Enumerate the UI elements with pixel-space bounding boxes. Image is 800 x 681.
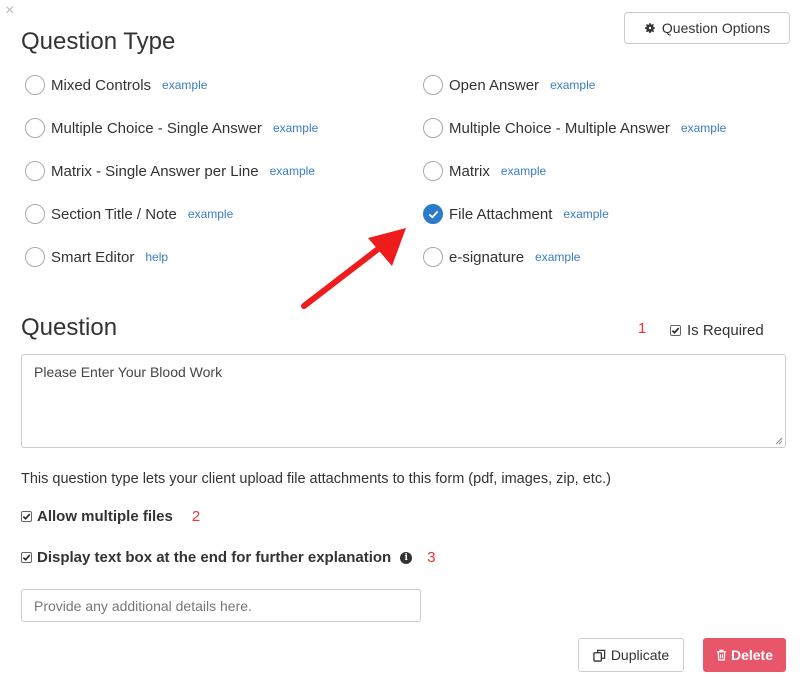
allow-multiple-files-checkbox[interactable]: Allow multiple files 2 <box>21 508 200 525</box>
radio-button[interactable] <box>423 247 443 267</box>
example-link[interactable]: example <box>501 164 546 178</box>
example-link[interactable]: example <box>535 250 580 264</box>
delete-label: Delete <box>730 647 774 663</box>
is-required-label: Is Required <box>687 322 764 339</box>
annotation-number-2: 2 <box>191 508 201 525</box>
gear-icon <box>644 23 655 34</box>
trash-icon <box>716 649 727 661</box>
radio-label: Multiple Choice - Multiple Answer <box>449 119 670 137</box>
info-icon[interactable]: i <box>400 551 413 564</box>
question-options-button[interactable]: Question Options <box>624 12 790 44</box>
display-text-box-checkbox[interactable]: Display text box at the end for further … <box>21 549 436 566</box>
radio-matrix-single[interactable]: Matrix - Single Answer per Line example <box>25 159 315 183</box>
radio-button[interactable] <box>423 75 443 95</box>
annotation-number-1: 1 <box>638 320 647 337</box>
radio-button[interactable] <box>25 118 45 138</box>
annotation-number-3: 3 <box>427 549 436 566</box>
radio-multiple-choice-multiple[interactable]: Multiple Choice - Multiple Answer exampl… <box>423 116 726 140</box>
radio-label: e-signature <box>449 248 525 266</box>
copy-icon <box>593 649 606 662</box>
checkbox[interactable] <box>670 325 681 336</box>
example-link[interactable]: example <box>273 121 318 135</box>
radio-label: Multiple Choice - Single Answer <box>51 119 262 137</box>
help-link[interactable]: help <box>145 250 168 264</box>
question-text-value: Please Enter Your Blood Work <box>34 364 223 380</box>
radio-button[interactable] <box>25 75 45 95</box>
radio-smart-editor[interactable]: Smart Editor help <box>25 245 168 269</box>
question-type-title: Question Type <box>21 28 176 55</box>
radio-multiple-choice-single[interactable]: Multiple Choice - Single Answer example <box>25 116 318 140</box>
radio-open-answer[interactable]: Open Answer example <box>423 73 595 97</box>
allow-multiple-files-label: Allow multiple files <box>37 508 173 525</box>
additional-details-input[interactable]: Provide any additional details here. <box>21 589 421 622</box>
annotation-arrow <box>301 228 406 309</box>
question-title: Question <box>21 314 118 341</box>
radio-label: Open Answer <box>449 76 540 94</box>
radio-label: Matrix - Single Answer per Line <box>51 162 259 180</box>
close-icon[interactable]: × <box>5 3 14 19</box>
additional-details-placeholder: Provide any additional details here. <box>34 597 252 614</box>
check-icon <box>22 554 31 561</box>
radio-button[interactable] <box>423 161 443 181</box>
radio-label: Matrix <box>449 162 490 180</box>
example-link[interactable]: example <box>681 121 726 135</box>
radio-button[interactable] <box>25 204 45 224</box>
example-link[interactable]: example <box>188 207 233 221</box>
check-icon <box>428 210 438 218</box>
radio-label: Section Title / Note <box>51 205 177 223</box>
radio-mixed-controls[interactable]: Mixed Controls example <box>25 73 207 97</box>
radio-label: Mixed Controls <box>51 76 152 94</box>
radio-section-title[interactable]: Section Title / Note example <box>25 202 233 226</box>
radio-file-attachment[interactable]: File Attachment example <box>423 202 609 226</box>
checkbox[interactable] <box>21 511 32 522</box>
radio-matrix[interactable]: Matrix example <box>423 159 546 183</box>
question-options-label: Question Options <box>661 20 771 36</box>
radio-button[interactable] <box>423 118 443 138</box>
delete-button[interactable]: Delete <box>703 638 786 672</box>
file-attachment-description: This question type lets your client uplo… <box>21 471 611 487</box>
radio-button[interactable] <box>25 247 45 267</box>
display-text-box-label: Display text box at the end for further … <box>37 549 392 566</box>
radio-button-selected[interactable] <box>423 204 443 224</box>
example-link[interactable]: example <box>563 207 608 221</box>
check-icon <box>671 327 680 334</box>
example-link[interactable]: example <box>270 164 315 178</box>
question-text-area[interactable]: Please Enter Your Blood Work <box>21 354 786 448</box>
is-required-checkbox[interactable]: Is Required <box>670 322 764 339</box>
radio-button[interactable] <box>25 161 45 181</box>
example-link[interactable]: example <box>162 78 207 92</box>
example-link[interactable]: example <box>550 78 595 92</box>
radio-label: File Attachment <box>449 205 553 223</box>
resize-handle-icon[interactable] <box>775 437 783 445</box>
radio-e-signature[interactable]: e-signature example <box>423 245 580 269</box>
checkbox[interactable] <box>21 552 32 563</box>
duplicate-button[interactable]: Duplicate <box>578 638 684 672</box>
duplicate-label: Duplicate <box>610 647 670 663</box>
check-icon <box>22 513 31 520</box>
radio-label: Smart Editor <box>51 248 135 266</box>
